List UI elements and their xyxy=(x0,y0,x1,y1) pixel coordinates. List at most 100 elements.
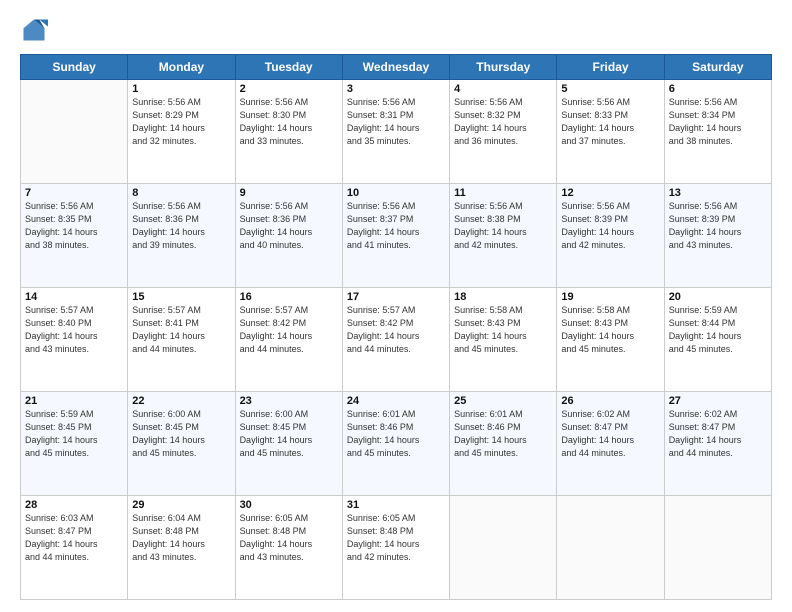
day-number: 21 xyxy=(25,395,123,407)
calendar-week-row: 21 Sunrise: 5:59 AM Sunset: 8:45 PM Dayligh… xyxy=(21,392,772,496)
day-info: Sunrise: 5:57 AMSunset: 8:42 PMDaylight:… xyxy=(347,304,445,356)
sunset-text: Sunset: 8:39 PM xyxy=(561,214,628,224)
sunrise-text: Sunrise: 5:58 AM xyxy=(561,305,630,315)
day-number: 17 xyxy=(347,291,445,303)
daylight-text-2: and 45 minutes. xyxy=(240,448,304,458)
daylight-text-2: and 45 minutes. xyxy=(561,344,625,354)
daylight-text-1: Daylight: 14 hours xyxy=(669,123,742,133)
sunset-text: Sunset: 8:42 PM xyxy=(240,318,307,328)
daylight-text-1: Daylight: 14 hours xyxy=(347,123,420,133)
day-info: Sunrise: 5:56 AMSunset: 8:38 PMDaylight:… xyxy=(454,200,552,252)
calendar-day-cell: 20Sunrise: 5:59 AMSunset: 8:44 PMDayligh… xyxy=(664,288,771,392)
day-header-saturday: Saturday xyxy=(664,55,771,80)
sunset-text: Sunset: 8:43 PM xyxy=(454,318,521,328)
calendar-day-cell: 8Sunrise: 5:56 AMSunset: 8:36 PMDaylight… xyxy=(128,184,235,288)
day-number: 3 xyxy=(347,83,445,95)
day-info: Sunrise: 5:58 AMSunset: 8:43 PMDaylight:… xyxy=(454,304,552,356)
sunrise-text: Sunrise: 6:04 AM xyxy=(132,513,201,523)
daylight-text-2: and 39 minutes. xyxy=(132,240,196,250)
empty-cell xyxy=(557,496,664,600)
day-header-wednesday: Wednesday xyxy=(342,55,449,80)
sunset-text: Sunset: 8:37 PM xyxy=(347,214,414,224)
calendar-week-row: 7Sunrise: 5:56 AMSunset: 8:35 PMDaylight… xyxy=(21,184,772,288)
daylight-text-2: and 44 minutes. xyxy=(561,448,625,458)
daylight-text-1: Daylight: 14 hours xyxy=(132,539,205,549)
sunrise-text: Sunrise: 5:56 AM xyxy=(347,201,416,211)
day-info: Sunrise: 5:59 AMSunset: 8:45 PMDaylight:… xyxy=(25,408,123,460)
calendar-day-cell: 2Sunrise: 5:56 AMSunset: 8:30 PMDaylight… xyxy=(235,80,342,184)
daylight-text-1: Daylight: 14 hours xyxy=(454,123,527,133)
sunset-text: Sunset: 8:45 PM xyxy=(25,422,92,432)
calendar-week-row: 28Sunrise: 6:03 AMSunset: 8:47 PMDayligh… xyxy=(21,496,772,600)
daylight-text-2: and 41 minutes. xyxy=(347,240,411,250)
daylight-text-1: Daylight: 14 hours xyxy=(561,435,634,445)
calendar-day-cell: 19Sunrise: 5:58 AMSunset: 8:43 PMDayligh… xyxy=(557,288,664,392)
day-number: 25 xyxy=(454,395,552,407)
day-number: 6 xyxy=(669,83,767,95)
sunset-text: Sunset: 8:45 PM xyxy=(240,422,307,432)
sunrise-text: Sunrise: 6:02 AM xyxy=(669,409,738,419)
calendar-day-cell: 25Sunrise: 6:01 AMSunset: 8:46 PMDayligh… xyxy=(450,392,557,496)
daylight-text-1: Daylight: 14 hours xyxy=(669,331,742,341)
day-number: 18 xyxy=(454,291,552,303)
day-info: Sunrise: 5:56 AMSunset: 8:34 PMDaylight:… xyxy=(669,96,767,148)
calendar-day-cell: 14 Sunrise: 5:57 AM Sunset: 8:40 PM Dayligh… xyxy=(21,288,128,392)
sunset-text: Sunset: 8:44 PM xyxy=(669,318,736,328)
day-number: 14 xyxy=(25,291,123,303)
day-number: 9 xyxy=(240,187,338,199)
day-info: Sunrise: 5:57 AM Sunset: 8:40 PM Daylight:… xyxy=(25,304,123,356)
daylight-text-1: Daylight: 14 hours xyxy=(132,123,205,133)
daylight-text-1: Daylight: 14 hours xyxy=(347,435,420,445)
sunset-text: Sunset: 8:29 PM xyxy=(132,110,199,120)
calendar-week-row: 1 Sunrise: 5:56 AM Sunset: 8:29 PM Daylight… xyxy=(21,80,772,184)
sunrise-text: Sunrise: 5:57 AM xyxy=(25,305,94,315)
day-info: Sunrise: 5:56 AMSunset: 8:32 PMDaylight:… xyxy=(454,96,552,148)
day-info: Sunrise: 5:56 AMSunset: 8:35 PMDaylight:… xyxy=(25,200,123,252)
day-info: Sunrise: 5:56 AMSunset: 8:39 PMDaylight:… xyxy=(561,200,659,252)
logo-icon xyxy=(20,16,48,44)
daylight-text-1: Daylight: 14 hours xyxy=(347,539,420,549)
sunrise-text: Sunrise: 5:56 AM xyxy=(561,97,630,107)
sunset-text: Sunset: 8:47 PM xyxy=(561,422,628,432)
daylight-text-2: and 45 minutes. xyxy=(454,448,518,458)
day-info: Sunrise: 6:02 AMSunset: 8:47 PMDaylight:… xyxy=(669,408,767,460)
day-number: 20 xyxy=(669,291,767,303)
sunset-text: Sunset: 8:46 PM xyxy=(454,422,521,432)
sunrise-text: Sunrise: 5:59 AM xyxy=(25,409,94,419)
sunset-text: Sunset: 8:36 PM xyxy=(240,214,307,224)
calendar-day-cell: 7Sunrise: 5:56 AMSunset: 8:35 PMDaylight… xyxy=(21,184,128,288)
calendar-day-cell: 30Sunrise: 6:05 AMSunset: 8:48 PMDayligh… xyxy=(235,496,342,600)
daylight-text-2: and 35 minutes. xyxy=(347,136,411,146)
day-number: 7 xyxy=(25,187,123,199)
daylight-text-1: Daylight: 14 hours xyxy=(561,123,634,133)
sunrise-text: Sunrise: 6:00 AM xyxy=(240,409,309,419)
day-info: Sunrise: 5:56 AMSunset: 8:31 PMDaylight:… xyxy=(347,96,445,148)
sunset-text: Sunset: 8:40 PM xyxy=(25,318,92,328)
sunrise-text: Sunrise: 6:01 AM xyxy=(347,409,416,419)
day-number: 16 xyxy=(240,291,338,303)
calendar-table: SundayMondayTuesdayWednesdayThursdayFrid… xyxy=(20,54,772,600)
day-info: Sunrise: 5:56 AMSunset: 8:39 PMDaylight:… xyxy=(669,200,767,252)
sunrise-text: Sunrise: 6:02 AM xyxy=(561,409,630,419)
sunrise-text: Sunrise: 5:56 AM xyxy=(25,201,94,211)
daylight-text-1: Daylight: 14 hours xyxy=(25,331,98,341)
calendar-day-cell: 1Sunrise: 5:56 AMSunset: 8:29 PMDaylight… xyxy=(128,80,235,184)
day-number: 19 xyxy=(561,291,659,303)
sunrise-text: Sunrise: 6:00 AM xyxy=(132,409,201,419)
sunrise-text: Sunrise: 5:56 AM xyxy=(669,201,738,211)
daylight-text-2: and 36 minutes. xyxy=(454,136,518,146)
day-number: 27 xyxy=(669,395,767,407)
day-number: 13 xyxy=(669,187,767,199)
day-number: 1 xyxy=(132,83,230,95)
daylight-text-2: and 33 minutes. xyxy=(240,136,304,146)
daylight-text-2: and 45 minutes. xyxy=(669,344,733,354)
day-number: 22 xyxy=(132,395,230,407)
daylight-text-2: and 38 minutes. xyxy=(669,136,733,146)
day-header-sunday: Sunday xyxy=(21,55,128,80)
sunset-text: Sunset: 8:48 PM xyxy=(132,526,199,536)
sunrise-text: Sunrise: 5:57 AM xyxy=(132,305,201,315)
daylight-text-1: Daylight: 14 hours xyxy=(132,435,205,445)
sunrise-text: Sunrise: 5:56 AM xyxy=(132,201,201,211)
daylight-text-2: and 45 minutes. xyxy=(132,448,196,458)
calendar-day-cell: 15Sunrise: 5:57 AMSunset: 8:41 PMDayligh… xyxy=(128,288,235,392)
